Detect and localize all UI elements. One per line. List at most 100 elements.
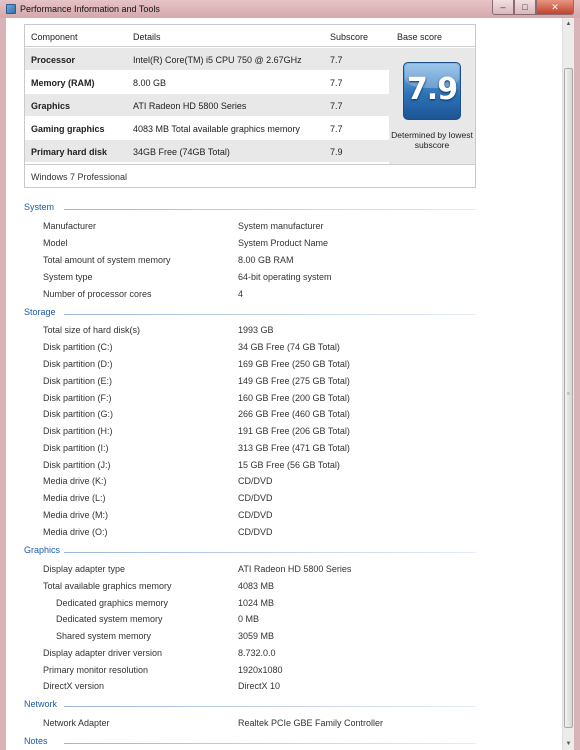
info-label: Media drive (L:) [43, 493, 106, 503]
section-rule [64, 706, 476, 707]
info-value: 64-bit operating system [238, 272, 332, 282]
info-label: Media drive (K:) [43, 476, 107, 486]
content-area: Component Details Subscore Base score Pr… [6, 18, 574, 750]
info-label: Network Adapter [43, 718, 110, 728]
section-rule [64, 552, 476, 553]
info-value: 15 GB Free (56 GB Total) [238, 460, 340, 470]
minimize-button[interactable]: – [492, 0, 514, 15]
base-score-badge: 7.9 [403, 62, 461, 120]
component-details: ATI Radeon HD 5800 Series [133, 101, 247, 111]
scroll-up-arrow-icon[interactable]: ▲ [563, 18, 574, 30]
info-value: 1920x1080 [238, 665, 283, 675]
base-score-value: 7.9 [406, 72, 458, 107]
info-value: CD/DVD [238, 476, 273, 486]
score-row-gaming-graphics: Gaming graphics 4083 MB Total available … [25, 117, 389, 139]
info-label: Manufacturer [43, 221, 97, 231]
component-subscore: 7.9 [330, 147, 343, 157]
info-label: Total available graphics memory [43, 581, 172, 591]
info-value: CD/DVD [238, 493, 273, 503]
info-value: DirectX 10 [238, 681, 281, 691]
app-icon [6, 4, 16, 14]
component-name: Primary hard disk [31, 147, 108, 157]
info-label: Display adapter type [43, 564, 126, 574]
info-value: 149 GB Free (275 GB Total) [238, 376, 350, 386]
vertical-scrollbar[interactable]: ▲ ≡ ▼ [562, 18, 574, 750]
info-label: Number of processor cores [43, 289, 152, 299]
window-controls: – □ ✕ [492, 0, 574, 15]
info-value: 8.732.0.0 [238, 648, 276, 658]
info-label: Disk partition (C:) [43, 342, 113, 352]
component-subscore: 7.7 [330, 55, 343, 65]
component-details: 4083 MB Total available graphics memory [133, 124, 300, 134]
info-label: Disk partition (H:) [43, 426, 113, 436]
section-title-notes: Notes [24, 736, 48, 746]
info-label: Dedicated graphics memory [56, 598, 169, 608]
component-name: Gaming graphics [31, 124, 105, 134]
info-value: 0 MB [238, 614, 260, 624]
info-value: CD/DVD [238, 527, 273, 537]
info-value: ATI Radeon HD 5800 Series [238, 564, 352, 574]
scroll-down-arrow-icon[interactable]: ▼ [563, 738, 574, 750]
title-bar: Performance Information and Tools – □ ✕ [0, 0, 580, 18]
section-rule [64, 314, 476, 315]
info-label: Model [43, 238, 68, 248]
info-label: Media drive (O:) [43, 527, 108, 537]
section-title-network: Network [24, 699, 58, 709]
info-value: 1993 GB [238, 325, 274, 335]
info-label: Disk partition (G:) [43, 409, 114, 419]
score-row-memory: Memory (RAM) 8.00 GB 7.7 [25, 71, 389, 93]
info-label: Display adapter driver version [43, 648, 163, 658]
info-label: Media drive (M:) [43, 510, 109, 520]
close-button[interactable]: ✕ [536, 0, 574, 15]
component-subscore: 7.7 [330, 78, 343, 88]
header-subscore: Subscore [330, 32, 369, 42]
scrollbar-thumb[interactable]: ≡ [564, 68, 573, 728]
component-name: Memory (RAM) [31, 78, 95, 88]
info-label: Primary monitor resolution [43, 665, 149, 675]
info-value: Realtek PCIe GBE Family Controller [238, 718, 384, 728]
info-value: 191 GB Free (206 GB Total) [238, 426, 350, 436]
info-label: Dedicated system memory [56, 614, 163, 624]
info-label: Disk partition (J:) [43, 460, 111, 470]
section-title-graphics: Graphics [24, 545, 61, 555]
info-value: 34 GB Free (74 GB Total) [238, 342, 340, 352]
section-title-system: System [24, 202, 55, 212]
info-value: 8.00 GB RAM [238, 255, 294, 265]
base-score-panel: 7.9 Determined by lowest subscore [389, 48, 475, 164]
component-name: Processor [31, 55, 76, 65]
info-value: System manufacturer [238, 221, 324, 231]
divider [25, 164, 475, 165]
info-label: Disk partition (F:) [43, 393, 112, 403]
component-details: 8.00 GB [133, 78, 167, 88]
score-table: Component Details Subscore Base score Pr… [24, 24, 476, 188]
determined-by-note: Determined by lowest subscore [391, 130, 473, 150]
info-label: Total size of hard disk(s) [43, 325, 141, 335]
info-label: Disk partition (I:) [43, 443, 109, 453]
section-rule [64, 743, 476, 744]
info-value: 4083 MB [238, 581, 275, 591]
component-details: Intel(R) Core(TM) i5 CPU 750 @ 2.67GHz [133, 55, 302, 65]
info-label: Shared system memory [56, 631, 152, 641]
info-label: Total amount of system memory [43, 255, 171, 265]
info-value: 160 GB Free (200 GB Total) [238, 393, 350, 403]
score-row-graphics: Graphics ATI Radeon HD 5800 Series 7.7 [25, 94, 389, 116]
info-value: CD/DVD [238, 510, 273, 520]
maximize-button[interactable]: □ [514, 0, 536, 15]
header-base-score: Base score [397, 32, 443, 42]
windows-edition: Windows 7 Professional [31, 172, 128, 182]
info-value: 313 GB Free (471 GB Total) [238, 443, 350, 453]
info-value: 4 [238, 289, 244, 299]
info-value: 1024 MB [238, 598, 275, 608]
info-value: 3059 MB [238, 631, 275, 641]
info-label: DirectX version [43, 681, 105, 691]
component-name: Graphics [31, 101, 71, 111]
score-row-primary-hard-disk: Primary hard disk 34GB Free (74GB Total)… [25, 140, 389, 162]
grip-icon: ≡ [567, 391, 570, 397]
component-details: 34GB Free (74GB Total) [133, 147, 230, 157]
component-subscore: 7.7 [330, 124, 343, 134]
header-component: Component [31, 32, 78, 42]
info-label: System type [43, 272, 93, 282]
info-value: 266 GB Free (460 GB Total) [238, 409, 350, 419]
score-row-processor: Processor Intel(R) Core(TM) i5 CPU 750 @… [25, 48, 389, 70]
info-label: Disk partition (E:) [43, 376, 113, 386]
